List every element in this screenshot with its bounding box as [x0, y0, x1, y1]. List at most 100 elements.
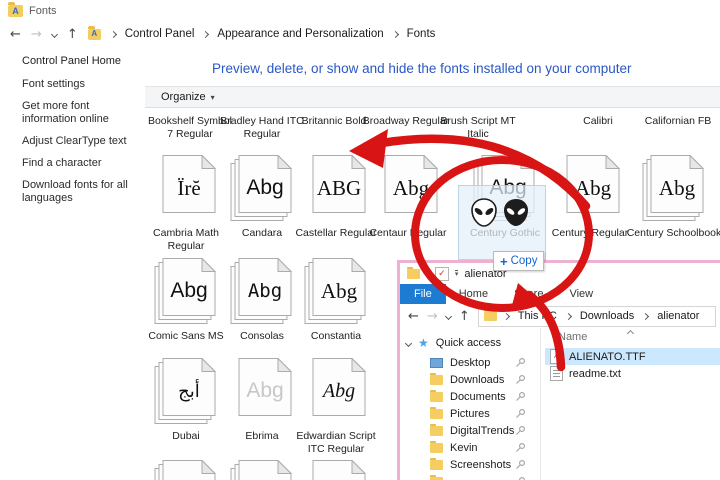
font-item[interactable]: Abg Candara: [230, 154, 294, 240]
organize-button[interactable]: Organize ▾: [161, 91, 215, 103]
font-item[interactable]: Abg Century Schoolbook: [627, 154, 720, 240]
folder-icon: [483, 309, 497, 321]
explorer-back-button[interactable]: ←: [408, 309, 419, 324]
expand-chevron-icon[interactable]: [404, 339, 413, 347]
font-preview-glyph: ABG: [316, 175, 362, 200]
explorer-nav-label: Documents: [450, 390, 506, 403]
ribbon-tab[interactable]: Home: [446, 284, 501, 304]
explorer-address-bar: ← → ↑ This PC Downloads alienator: [400, 304, 720, 328]
explorer-nav-item[interactable]: Screenshots: [400, 456, 540, 473]
font-preview-glyph: Abg: [658, 175, 696, 200]
breadcrumb-segment[interactable]: This PC: [518, 310, 557, 322]
forward-button[interactable]: →: [31, 27, 42, 42]
sidebar-task-link[interactable]: Adjust ClearType text: [22, 135, 134, 148]
breadcrumb-segment[interactable]: Fonts: [407, 28, 436, 40]
folder-icon: [430, 457, 443, 470]
font-item[interactable]: [304, 459, 368, 480]
explorer-nav-item[interactable]: [400, 473, 540, 480]
recent-locations-chevron[interactable]: [50, 30, 58, 38]
pin-icon[interactable]: [515, 408, 526, 419]
column-header-name[interactable]: Name: [558, 331, 587, 343]
font-item-label: Constantia: [310, 330, 362, 342]
pin-icon[interactable]: [515, 442, 526, 453]
sidebar-task-link[interactable]: Get more font information online: [22, 100, 134, 126]
drag-ghost-font-file[interactable]: [458, 185, 546, 260]
font-preview-glyph: أبج: [178, 380, 200, 401]
explorer-forward-button[interactable]: →: [427, 309, 438, 324]
pin-icon[interactable]: [515, 476, 526, 480]
explorer-nav-item[interactable]: Desktop: [400, 354, 540, 371]
fonts-window-titlebar[interactable]: A Fonts: [0, 0, 720, 22]
breadcrumb-segment[interactable]: Control Panel: [125, 28, 195, 40]
font-preview-glyph: [163, 468, 215, 480]
file-name: readme.txt: [569, 367, 621, 380]
font-preview-glyph: Abg: [392, 175, 430, 200]
explorer-nav-item[interactable]: Documents: [400, 388, 540, 405]
chevron-right-icon: [564, 312, 572, 320]
font-item-label[interactable]: Brush Script MT Italic: [432, 115, 524, 141]
explorer-nav-item[interactable]: Pictures: [400, 405, 540, 422]
explorer-titlebar[interactable]: | ✓ ▾ alienator: [400, 263, 720, 284]
font-item[interactable]: Abg Edwardian Script ITC Regular: [296, 357, 376, 456]
explorer-nav-item[interactable]: DigitalTrends: [400, 422, 540, 439]
sidebar-task-link[interactable]: Download fonts for all languages: [22, 179, 134, 205]
quick-access-toolbar-icon[interactable]: ✓: [434, 266, 449, 281]
ribbon-tab[interactable]: File: [400, 284, 446, 304]
sort-ascending-icon[interactable]: [626, 327, 635, 339]
breadcrumb-segment[interactable]: Appearance and Personalization: [217, 28, 383, 40]
folder-icon: [430, 474, 443, 480]
sidebar-item-quick-access[interactable]: ★ Quick access: [404, 336, 501, 350]
chevron-right-icon: [642, 312, 650, 320]
font-item[interactable]: ABG Castellar Regular: [295, 154, 377, 240]
font-item[interactable]: Abg Century Regular: [552, 154, 628, 240]
font-item[interactable]: Abg Centaur Regular: [369, 154, 447, 240]
customize-toolbar-icon[interactable]: ▾: [454, 270, 459, 278]
ribbon-tab[interactable]: View: [556, 284, 606, 304]
pin-icon[interactable]: [515, 459, 526, 470]
explorer-nav-label: Downloads: [450, 373, 505, 386]
font-preview-glyph: Abg: [246, 176, 284, 199]
back-button[interactable]: ←: [10, 27, 21, 42]
copy-drop-tooltip: + Copy: [493, 251, 545, 271]
font-item[interactable]: Ïrĕ Cambria Math Regular: [153, 154, 219, 253]
font-item-label[interactable]: Californian FB: [632, 115, 720, 128]
pin-icon[interactable]: [515, 374, 526, 385]
plus-icon: +: [500, 253, 508, 269]
font-item-label[interactable]: Calibri: [552, 115, 644, 128]
explorer-recent-chevron[interactable]: [444, 312, 452, 320]
explorer-nav-label: Desktop: [450, 356, 491, 369]
font-file-icon: [230, 459, 294, 480]
pin-icon[interactable]: [515, 357, 526, 368]
font-item-label: Edwardian Script ITC Regular: [296, 430, 376, 455]
font-item[interactable]: Abg Constantia: [304, 257, 368, 343]
breadcrumb-segment[interactable]: alienator: [657, 310, 699, 322]
font-item[interactable]: [230, 459, 294, 480]
font-item[interactable]: [154, 459, 218, 480]
file-row[interactable]: A ALIENATO.TTF: [545, 348, 720, 365]
sidebar-task-link[interactable]: Find a character: [22, 157, 134, 170]
pane-splitter[interactable]: [540, 328, 541, 480]
explorer-nav-label: DigitalTrends: [450, 424, 515, 437]
explorer-up-button[interactable]: ↑: [459, 309, 470, 324]
sidebar-task-link[interactable]: Font settings: [22, 78, 134, 91]
pin-icon[interactable]: [515, 391, 526, 402]
sidebar-item-control-panel-home[interactable]: Control Panel Home: [22, 55, 121, 67]
font-item[interactable]: Abg Comic Sans MS: [148, 257, 224, 343]
file-row[interactable]: readme.txt: [545, 365, 720, 382]
font-item[interactable]: أبج Dubai: [154, 357, 218, 443]
chevron-right-icon: [391, 30, 399, 38]
ribbon-tab[interactable]: Share: [501, 284, 556, 304]
pin-icon[interactable]: [515, 425, 526, 436]
explorer-breadcrumb-box[interactable]: This PC Downloads alienator: [477, 305, 716, 327]
breadcrumb: Control Panel Appearance and Personalizat…: [109, 28, 436, 40]
explorer-nav-item[interactable]: Downloads: [400, 371, 540, 388]
explorer-nav-item[interactable]: Kevin: [400, 439, 540, 456]
font-file-icon: Abg: [304, 357, 368, 428]
chevron-down-icon: ▾: [210, 92, 215, 102]
breadcrumb-segment[interactable]: Downloads: [580, 310, 634, 322]
up-button[interactable]: ↑: [67, 27, 78, 42]
font-item[interactable]: Abg Ebrima: [230, 357, 294, 443]
folder-icon: [430, 423, 443, 436]
font-item-label: Centaur Regular: [369, 227, 447, 239]
font-item[interactable]: Abg Consolas: [230, 257, 294, 343]
